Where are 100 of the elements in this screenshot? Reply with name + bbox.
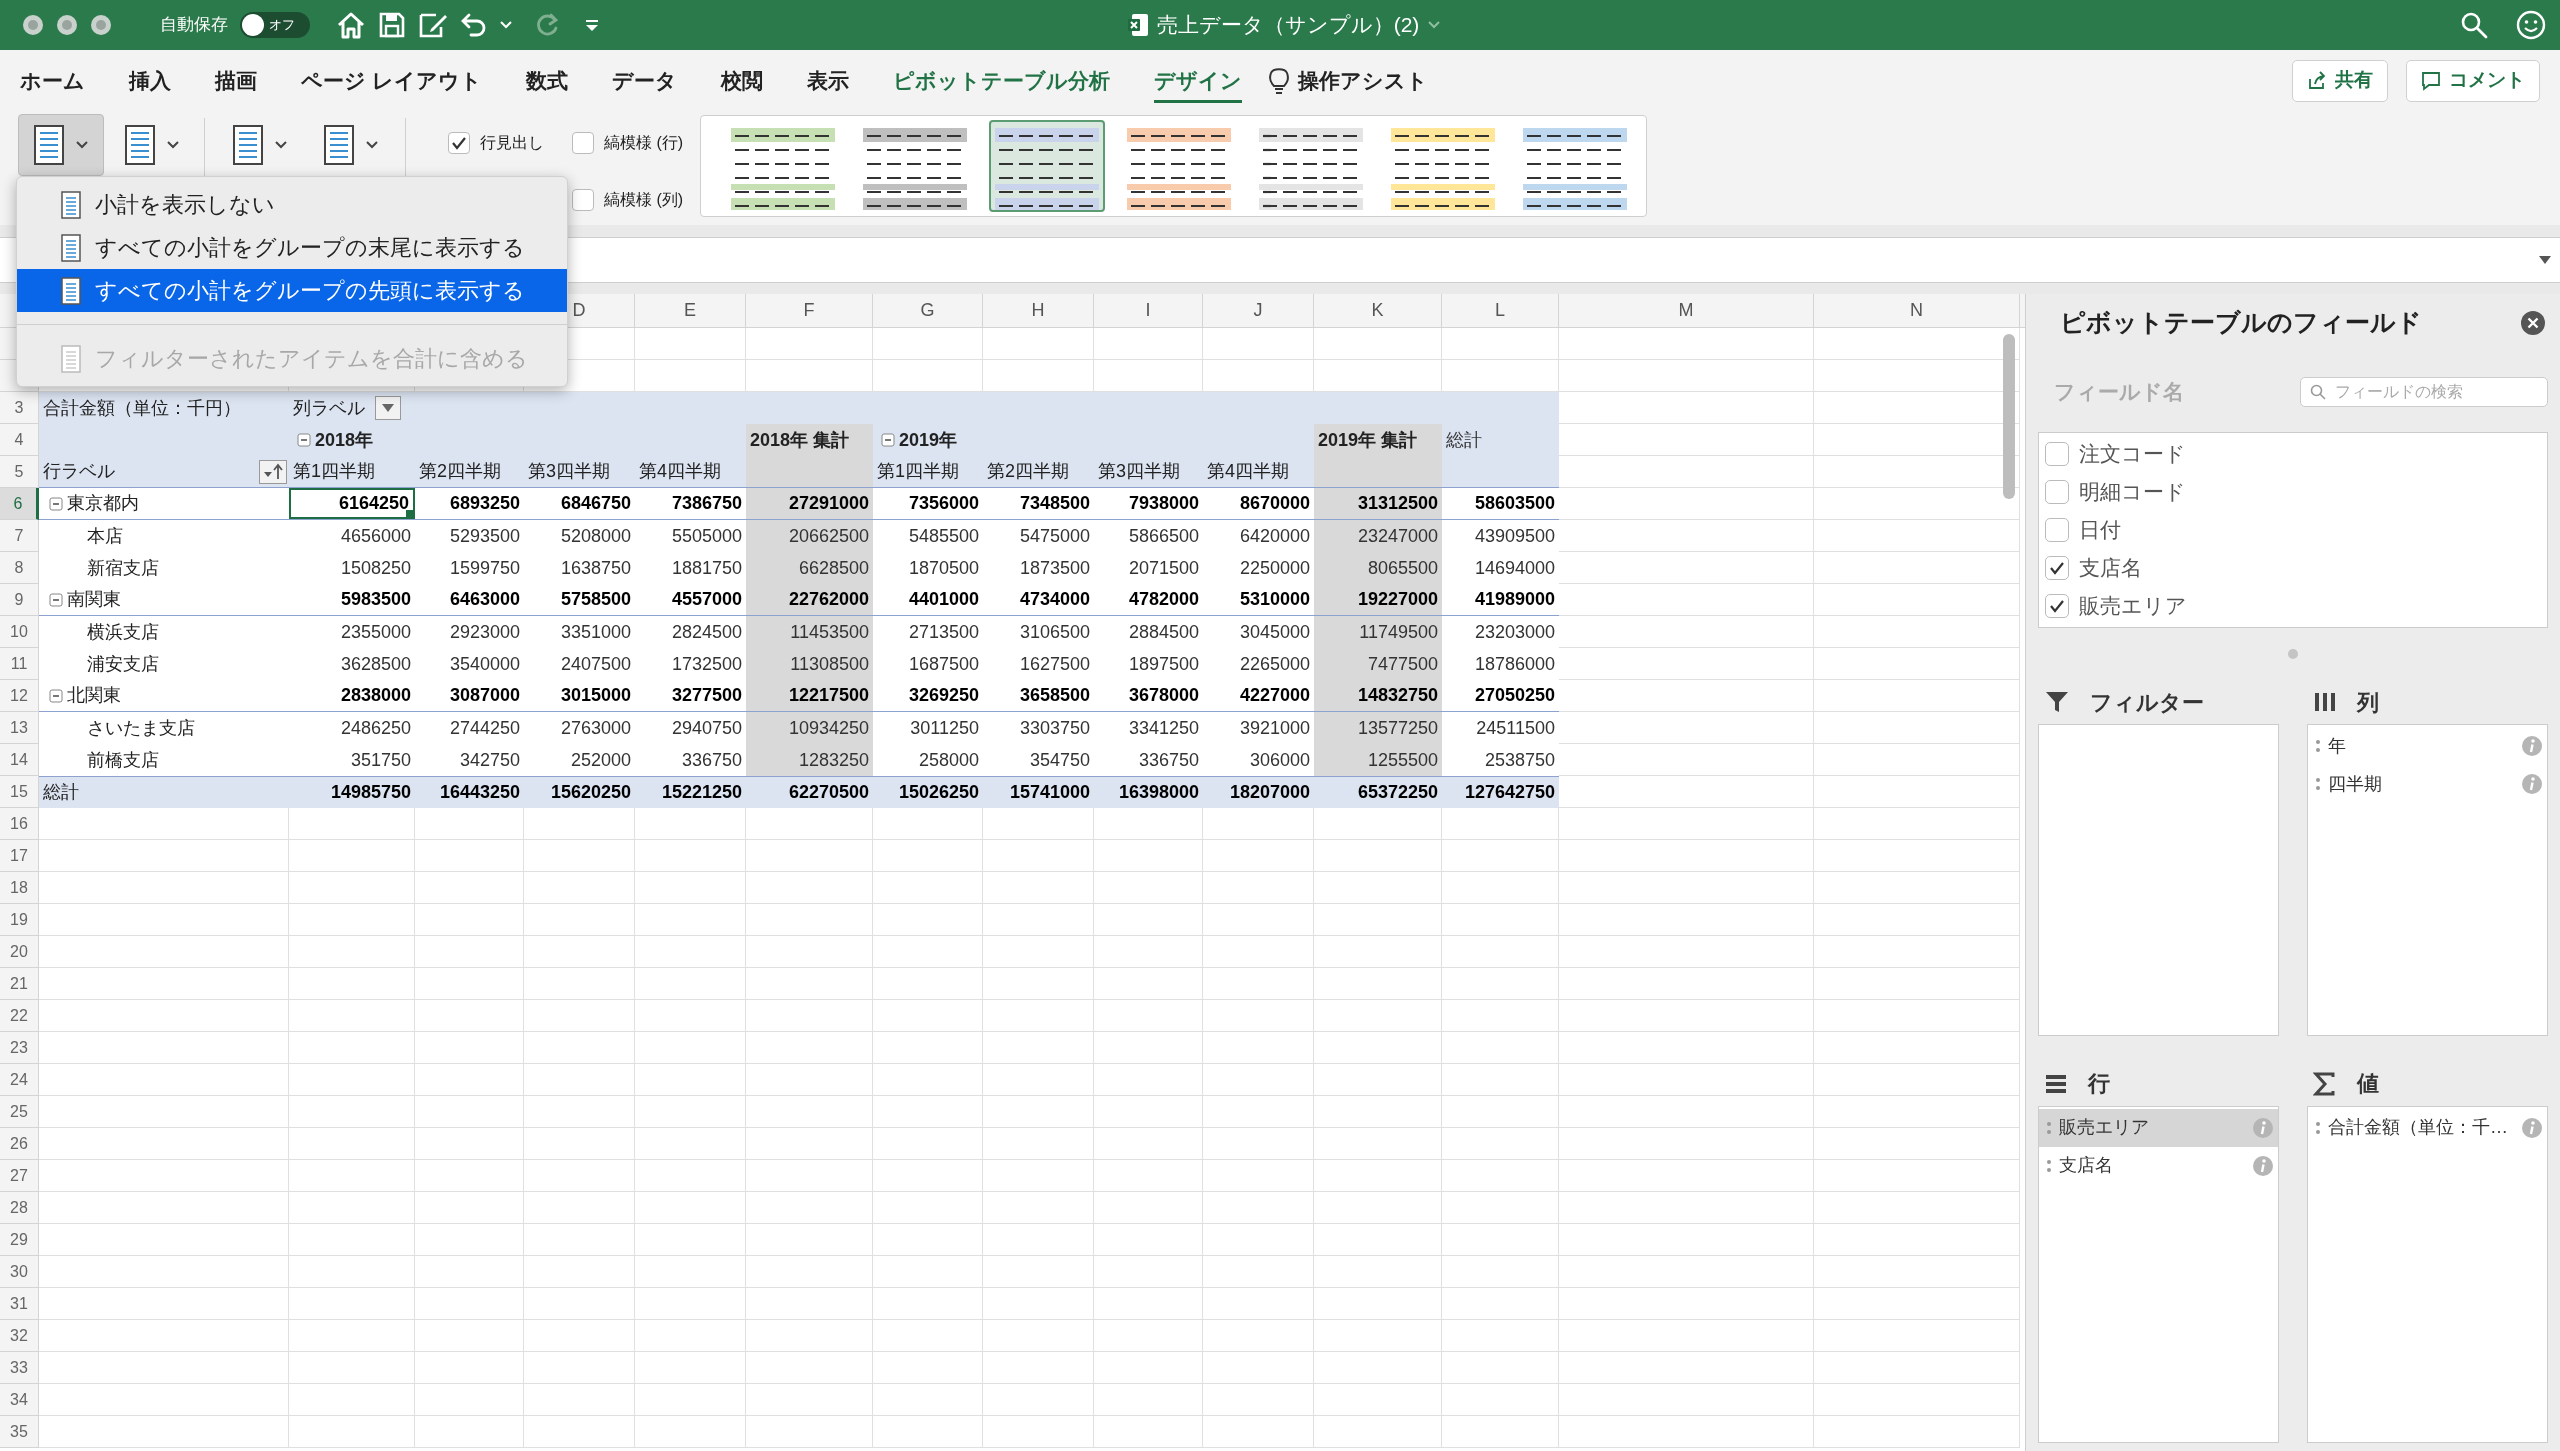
checkbox[interactable] <box>2045 594 2069 618</box>
table-cell[interactable]: 6628500 <box>746 552 873 584</box>
share-button[interactable]: 共有 <box>2292 59 2388 102</box>
window-control-button[interactable] <box>56 14 78 36</box>
ribbon-tab[interactable]: デザイン <box>1153 58 1242 103</box>
table-cell[interactable]: 16443250 <box>415 777 524 808</box>
autosave-toggle[interactable]: オフ <box>240 12 310 38</box>
customize-toolbar-icon[interactable] <box>584 18 600 32</box>
table-cell[interactable]: 2824500 <box>635 616 746 648</box>
table-cell[interactable]: 5208000 <box>524 520 635 552</box>
table-cell[interactable]: 2265000 <box>1203 648 1314 680</box>
window-control-button[interactable] <box>90 14 112 36</box>
row-number[interactable]: 19 <box>0 904 39 936</box>
row-number[interactable]: 27 <box>0 1160 39 1192</box>
table-cell[interactable]: 2071500 <box>1094 552 1203 584</box>
table-cell[interactable]: 4734000 <box>983 584 1094 615</box>
row-number[interactable]: 25 <box>0 1096 39 1128</box>
row-number[interactable]: 24 <box>0 1064 39 1096</box>
row-number[interactable]: 11 <box>0 648 39 680</box>
area-field-item[interactable]: 支店名 <box>2039 1146 2278 1185</box>
table-cell[interactable]: 6846750 <box>524 488 635 519</box>
table-cell[interactable]: 1508250 <box>289 552 415 584</box>
table-cell[interactable]: 2250000 <box>1203 552 1314 584</box>
row-number[interactable]: 9 <box>0 584 39 616</box>
table-cell[interactable]: 351750 <box>289 744 415 776</box>
row-number[interactable]: 5 <box>0 456 39 488</box>
table-cell[interactable]: 4557000 <box>635 584 746 615</box>
resize-handle[interactable] <box>2288 649 2298 659</box>
table-cell[interactable]: 306000 <box>1203 744 1314 776</box>
grip-icon[interactable] <box>2047 1120 2051 1135</box>
table-cell[interactable]: 2355000 <box>289 616 415 648</box>
caret-icon[interactable] <box>166 140 180 150</box>
table-cell[interactable]: 5505000 <box>635 520 746 552</box>
undo-icon[interactable] <box>460 12 488 38</box>
table-cell[interactable]: 1638750 <box>524 552 635 584</box>
ribbon-tab[interactable]: 表示 <box>806 58 849 103</box>
table-cell[interactable]: 6420000 <box>1203 520 1314 552</box>
ribbon-tab[interactable]: 挿入 <box>129 58 171 103</box>
grip-icon[interactable] <box>2316 1120 2320 1135</box>
table-cell[interactable]: 5758500 <box>524 584 635 615</box>
menu-item[interactable]: 小計を表示しない <box>17 183 567 226</box>
lightbulb-icon[interactable] <box>1267 65 1290 96</box>
checkbox[interactable] <box>572 188 594 211</box>
table-cell[interactable]: 7938000 <box>1094 488 1203 519</box>
row-number[interactable]: 33 <box>0 1352 39 1384</box>
filter-dropdown-button[interactable] <box>375 396 401 420</box>
table-cell[interactable]: 43909500 <box>1442 520 1559 552</box>
checkbox[interactable] <box>2045 518 2069 542</box>
table-cell[interactable]: 15026250 <box>873 777 983 808</box>
table-cell[interactable]: 27050250 <box>1442 680 1559 711</box>
row-number[interactable]: 28 <box>0 1192 39 1224</box>
table-cell[interactable]: 2713500 <box>873 616 983 648</box>
table-cell[interactable]: 27291000 <box>746 488 873 519</box>
table-cell[interactable]: 336750 <box>1094 744 1203 776</box>
search-field[interactable]: フィールドの検索 <box>2300 377 2548 407</box>
collapse-icon[interactable] <box>49 496 63 511</box>
row-number[interactable]: 21 <box>0 968 39 1000</box>
table-cell[interactable]: 3628500 <box>289 648 415 680</box>
column-header[interactable]: E <box>635 294 746 327</box>
table-cell[interactable]: 5475000 <box>983 520 1094 552</box>
caret-icon[interactable] <box>75 140 89 150</box>
column-header[interactable]: M <box>1559 294 1814 327</box>
drop-area[interactable]: 合計金額（単位：千… <box>2307 1105 2548 1443</box>
table-cell[interactable]: 6893250 <box>415 488 524 519</box>
row-number[interactable]: 16 <box>0 808 39 840</box>
collapse-icon[interactable] <box>881 433 895 447</box>
field-name[interactable]: 明細コード <box>2079 476 2186 508</box>
table-cell[interactable]: 5983500 <box>289 584 415 615</box>
row-number[interactable]: 14 <box>0 744 39 776</box>
table-cell[interactable]: 18207000 <box>1203 777 1314 808</box>
table-cell[interactable]: 15221250 <box>635 777 746 808</box>
row-number[interactable]: 31 <box>0 1288 39 1320</box>
column-header[interactable]: N <box>1814 294 2020 327</box>
table-cell[interactable]: 2923000 <box>415 616 524 648</box>
table-cell[interactable]: 5293500 <box>415 520 524 552</box>
layout-button[interactable] <box>18 114 104 176</box>
table-cell[interactable]: 127642750 <box>1442 777 1559 808</box>
collapse-icon[interactable] <box>297 433 311 447</box>
chevron-down-icon[interactable] <box>1427 20 1442 30</box>
table-cell[interactable]: 4782000 <box>1094 584 1203 615</box>
table-cell[interactable]: 252000 <box>524 744 635 776</box>
row-number[interactable]: 17 <box>0 840 39 872</box>
row-number[interactable]: 22 <box>0 1000 39 1032</box>
table-cell[interactable]: 4227000 <box>1203 680 1314 711</box>
table-cell[interactable]: 2486250 <box>289 712 415 744</box>
table-cell[interactable]: 3678000 <box>1094 680 1203 711</box>
table-cell[interactable]: 62270500 <box>746 777 873 808</box>
row-number[interactable]: 29 <box>0 1224 39 1256</box>
area-field-item[interactable]: 四半期 <box>2308 765 2547 803</box>
caret-icon[interactable] <box>365 140 379 150</box>
checkbox[interactable] <box>448 131 470 154</box>
column-header[interactable]: I <box>1094 294 1203 327</box>
search-icon[interactable] <box>2460 11 2488 39</box>
table-cell[interactable]: 6164250 <box>289 488 415 519</box>
grip-icon[interactable] <box>2316 777 2320 791</box>
table-cell[interactable]: 354750 <box>983 744 1094 776</box>
table-cell[interactable]: 3921000 <box>1203 712 1314 744</box>
table-cell[interactable]: 23247000 <box>1314 520 1442 552</box>
table-cell[interactable]: 3045000 <box>1203 616 1314 648</box>
table-cell[interactable]: 336750 <box>635 744 746 776</box>
